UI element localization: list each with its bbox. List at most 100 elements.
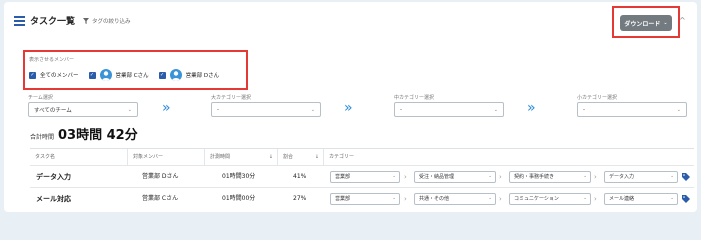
major-category-filter: 大カテゴリー選択 - ⌄ — [211, 94, 321, 117]
category-value: 営業部 — [335, 196, 351, 202]
column-header-member[interactable]: 対象メンバー — [128, 149, 205, 165]
category-value: データ入力 — [609, 174, 635, 180]
middle-category-select[interactable]: - ⌄ — [394, 102, 504, 117]
minor-category-label: 小カテゴリー選択 — [577, 95, 618, 101]
page-header: タスク一覧 タグの絞り込み — [14, 14, 131, 27]
total-time-label: 合計時間 — [30, 134, 55, 141]
team-filter: チーム選択 すべてのチーム ⌄ — [28, 94, 138, 117]
time-header-label: 計測時間 — [210, 154, 231, 160]
chevron-double-right-icon: » — [344, 100, 353, 116]
category-select[interactable]: 受注・納品管理 ⌄ — [414, 171, 496, 183]
column-header-task[interactable]: タスク名 — [30, 149, 128, 165]
task-table: タスク名 対象メンバー 計測時間 ↓ 割合 ↓ カテゴリー データ入力 営業部 … — [30, 148, 694, 212]
avatar-icon — [169, 69, 182, 81]
major-category-label: 大カテゴリー選択 — [211, 95, 252, 101]
column-header-ratio[interactable]: 割合 ↓ — [278, 149, 324, 165]
category-select[interactable]: 契約・事務手続き ⌄ — [509, 171, 591, 183]
total-time: 合計時間 03時間 42分 — [30, 124, 138, 143]
member-d[interactable]: ✓ 営業部 Dさん — [158, 69, 220, 81]
minor-category-value: - — [583, 106, 585, 113]
checkbox-checked-icon[interactable]: ✓ — [29, 71, 36, 79]
team-select[interactable]: すべてのチーム ⌄ — [28, 102, 138, 117]
download-button[interactable]: ダウンロード ⌄ — [620, 15, 672, 31]
member-list: ✓ 全てのメンバー ✓ 営業部 Cさん ✓ 営業部 Dさん — [29, 69, 229, 81]
sort-arrow-icon[interactable]: ↓ — [269, 149, 273, 165]
member-label: 営業部 Cさん — [115, 73, 149, 79]
tag-filter-label: タグの絞り込み — [92, 18, 131, 25]
chevron-down-icon: ⌄ — [310, 106, 315, 113]
chevron-down-icon: ⌄ — [670, 196, 674, 201]
chevron-down-icon: ⌄ — [663, 20, 668, 26]
chevron-down-icon: ⌄ — [583, 196, 587, 201]
category-select[interactable]: 営業部 ⌄ — [330, 171, 400, 183]
team-select-value: すべてのチーム — [34, 107, 72, 114]
category-select[interactable]: 営業部 ⌄ — [330, 193, 400, 205]
chevron-double-right-icon: » — [162, 100, 171, 116]
category-select[interactable]: メール連絡 ⌄ — [604, 193, 678, 205]
table-row[interactable]: メール対応 営業部 Cさん 01時間00分 27% 営業部 ⌄ › 共通・その他 ⌄… — [30, 187, 694, 209]
sort-arrow-icon[interactable]: ↓ — [315, 149, 319, 165]
category-value: 契約・事務手続き — [514, 174, 555, 180]
category-select[interactable]: 共通・その他 ⌄ — [414, 193, 496, 205]
chevron-right-icon: › — [499, 173, 502, 181]
minor-category-select[interactable]: - ⌄ — [577, 102, 687, 117]
chevron-down-icon: ⌄ — [583, 174, 587, 179]
middle-category-value: - — [400, 106, 402, 113]
chevron-right-icon: › — [404, 173, 407, 181]
member-selection-box: 表示させるメンバー ✓ 全てのメンバー ✓ 営業部 Cさん ✓ 営業部 Dさん — [23, 50, 248, 90]
category-value: メール連絡 — [609, 196, 635, 202]
ratio-header-label: 割合 — [283, 154, 294, 160]
major-category-select[interactable]: - ⌄ — [211, 102, 321, 117]
category-value: コミュニケーション — [514, 196, 559, 202]
member-label: 営業部 Dさん — [185, 73, 220, 79]
member-c[interactable]: ✓ 営業部 Cさん — [88, 69, 149, 81]
chevron-right-icon: › — [404, 195, 407, 203]
major-category-value: - — [217, 106, 219, 113]
checkbox-checked-icon[interactable]: ✓ — [88, 71, 96, 79]
download-highlight: ダウンロード ⌄ — [612, 6, 680, 38]
chevron-right-icon: › — [594, 173, 597, 181]
menu-icon[interactable] — [14, 15, 25, 26]
chevron-down-icon: ⌄ — [493, 106, 498, 113]
table-row[interactable]: データ入力 営業部 Dさん 01時間30分 41% 営業部 ⌄ › 受注・納品管理… — [30, 165, 694, 187]
download-label: ダウンロード — [624, 20, 661, 28]
avatar-icon — [99, 69, 112, 81]
page-title: タスク一覧 — [30, 17, 76, 27]
ratio-value: 27% — [293, 195, 307, 202]
ratio-value: 41% — [293, 173, 307, 180]
middle-category-label: 中カテゴリー選択 — [394, 95, 435, 101]
member-label: 全てのメンバー — [40, 73, 79, 79]
chevron-down-icon: ⌄ — [676, 106, 681, 113]
tag-icon[interactable] — [682, 195, 690, 203]
task-name: データ入力 — [36, 173, 71, 181]
column-header-category[interactable]: カテゴリー — [324, 149, 694, 165]
task-name: メール対応 — [36, 195, 71, 203]
time-value: 01時間30分 — [222, 173, 256, 180]
total-time-value: 03時間 42分 — [58, 128, 138, 143]
category-value: 共通・その他 — [419, 196, 450, 202]
tag-filter-link[interactable]: タグの絞り込み — [83, 17, 131, 25]
member-name: 営業部 Cさん — [142, 195, 179, 202]
category-select[interactable]: コミュニケーション ⌄ — [509, 193, 591, 205]
checkbox-checked-icon[interactable]: ✓ — [158, 71, 166, 79]
member-name: 営業部 Dさん — [142, 173, 179, 180]
member-caption: 表示させるメンバー — [29, 57, 75, 63]
column-header-time[interactable]: 計測時間 ↓ — [205, 149, 278, 165]
chevron-down-icon: ⌄ — [488, 174, 492, 179]
chevron-down-icon: ⌄ — [670, 174, 674, 179]
chevron-down-icon: ⌄ — [392, 196, 396, 201]
filter-icon — [83, 17, 90, 24]
minor-category-filter: 小カテゴリー選択 - ⌄ — [577, 94, 687, 117]
chevron-down-icon: ⌄ — [488, 196, 492, 201]
chevron-right-icon: › — [499, 195, 502, 203]
time-value: 01時間00分 — [222, 195, 256, 202]
category-value: 営業部 — [335, 174, 351, 180]
chevron-down-icon: ⌄ — [127, 106, 132, 113]
member-all[interactable]: ✓ 全てのメンバー — [29, 71, 79, 79]
chevron-down-icon: ⌄ — [392, 174, 396, 179]
chevron-right-icon: › — [594, 195, 597, 203]
category-select[interactable]: データ入力 ⌄ — [604, 171, 678, 183]
chevron-up-icon[interactable]: ^ — [679, 16, 686, 25]
tag-icon[interactable] — [682, 173, 690, 181]
team-filter-label: チーム選択 — [28, 95, 53, 101]
